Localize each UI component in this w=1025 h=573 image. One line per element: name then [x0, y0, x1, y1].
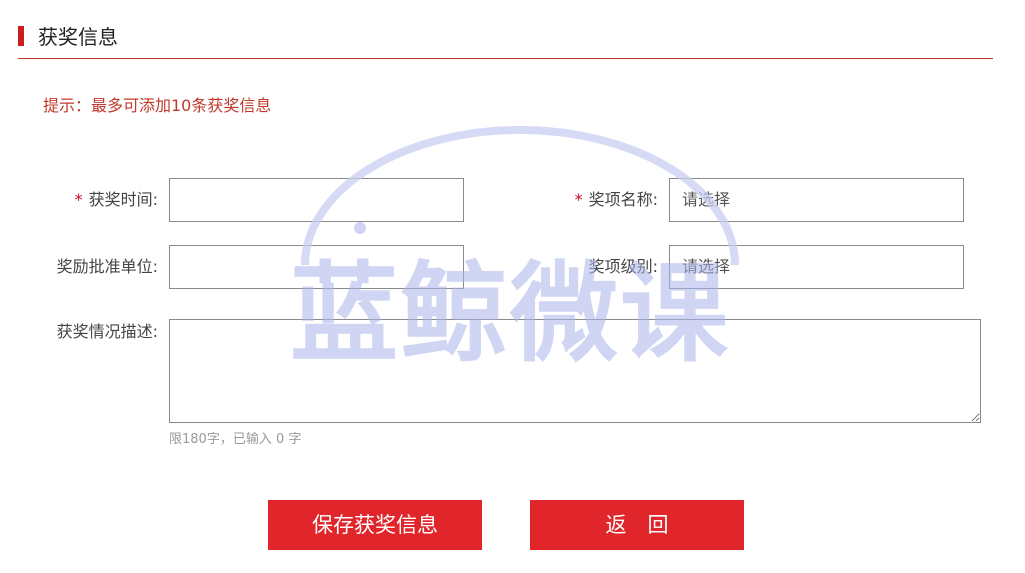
save-award-button[interactable]: 保存获奖信息	[268, 500, 482, 550]
header-accent-bar	[18, 26, 24, 46]
award-level-select-value: 请选择	[682, 257, 731, 276]
description-textarea[interactable]	[169, 319, 981, 423]
award-time-label-text: 获奖时间:	[88, 190, 158, 209]
hint-text: 提示：最多可添加10条获奖信息	[43, 96, 272, 115]
required-mark: *	[574, 190, 583, 209]
award-time-input[interactable]	[169, 178, 464, 222]
award-name-label-text: 奖项名称:	[588, 190, 658, 209]
page-title: 获奖信息	[38, 25, 118, 49]
award-time-label: * 获奖时间:	[40, 188, 158, 212]
approving-unit-label: 奖励批准单位:	[56, 257, 158, 276]
required-mark: *	[74, 190, 83, 209]
char-counter: 限180字，已输入 0 字	[169, 432, 302, 447]
section-header: 获奖信息	[18, 22, 993, 59]
award-level-select[interactable]: 请选择	[669, 245, 964, 289]
award-name-label: * 奖项名称:	[540, 188, 658, 212]
approving-unit-input[interactable]	[169, 245, 464, 289]
description-label: 获奖情况描述:	[56, 322, 158, 341]
award-name-select-value: 请选择	[682, 190, 731, 209]
award-level-label: 奖项级别:	[588, 257, 658, 276]
back-button[interactable]: 返 回	[530, 500, 744, 550]
award-name-select[interactable]: 请选择	[669, 178, 964, 222]
